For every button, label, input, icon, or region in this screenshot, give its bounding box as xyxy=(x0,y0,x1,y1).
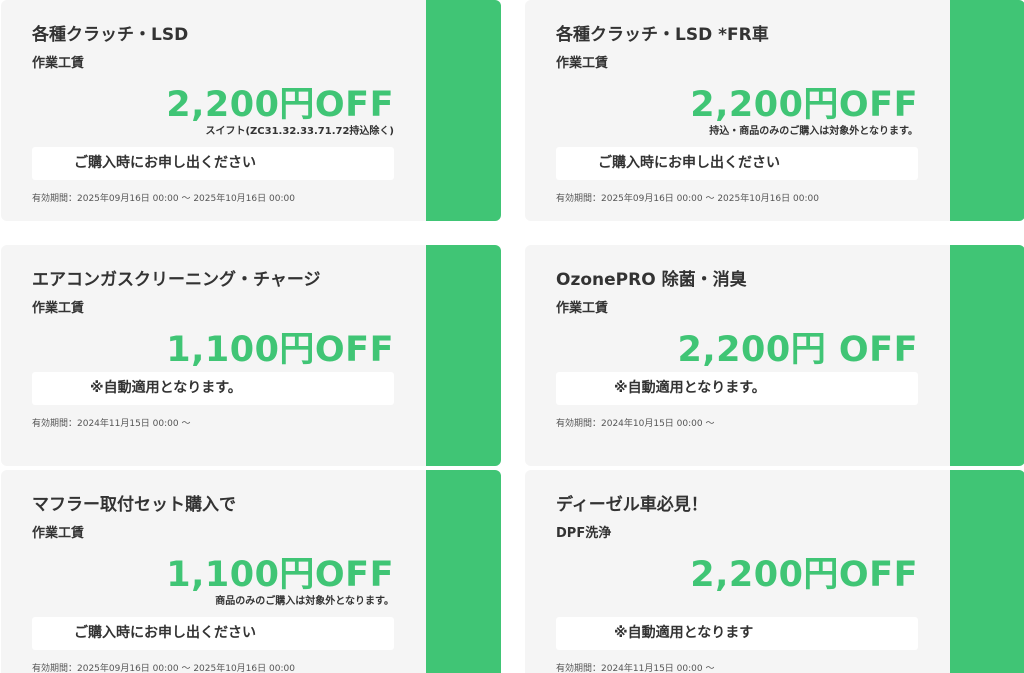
coupon-stripe xyxy=(950,0,1024,221)
coupon-subtitle: 作業工賃 xyxy=(32,526,85,541)
coupon-card[interactable]: 各種クラッチ・LSD 作業工賃 2,200円OFF スイフト(ZC31.32.3… xyxy=(1,0,501,221)
coupon-subtitle: 作業工賃 xyxy=(32,301,85,316)
coupon-card[interactable]: エアコンガスクリーニング・チャージ 作業工賃 1,100円OFF ※自動適用とな… xyxy=(1,245,501,466)
coupon-action-label[interactable]: ご購入時にお申し出ください xyxy=(556,147,918,180)
coupon-title: ディーゼル車必見！ xyxy=(556,495,708,515)
coupon-discount: 2,200円OFF xyxy=(690,555,918,595)
coupon-note: 持込・商品のみのご購入は対象外となります。 xyxy=(709,126,918,137)
coupon-title: マフラー取付セット購入で xyxy=(32,495,236,515)
coupon-stripe xyxy=(950,470,1024,673)
coupon-action-label[interactable]: ご購入時にお申し出ください xyxy=(32,147,394,180)
coupon-note: スイフト(ZC31.32.33.71.72持込除く) xyxy=(205,126,394,137)
coupon-card[interactable]: 各種クラッチ・LSD *FR車 作業工賃 2,200円OFF 持込・商品のみのご… xyxy=(525,0,1024,221)
coupon-discount: 2,200円 OFF xyxy=(677,330,918,370)
coupon-validity: 有効期間：2025年09月16日 00:00 〜 2025年10月16日 00:… xyxy=(32,194,295,204)
coupon-subtitle: DPF洗浄 xyxy=(556,526,612,541)
coupon-card[interactable]: OzonePRO 除菌・消臭 作業工賃 2,200円 OFF ※自動適用となりま… xyxy=(525,245,1024,466)
coupon-validity: 有効期間：2024年11月15日 00:00 〜 xyxy=(32,419,191,429)
coupon-validity: 有効期間：2024年11月15日 00:00 〜 xyxy=(556,664,715,673)
coupon-stripe xyxy=(426,245,501,466)
coupon-title: OzonePRO 除菌・消臭 xyxy=(556,270,747,290)
coupon-action-label[interactable]: ご購入時にお申し出ください xyxy=(32,617,394,650)
coupon-card[interactable]: マフラー取付セット購入で 作業工賃 1,100円OFF 商品のみのご購入は対象外… xyxy=(1,470,501,673)
coupon-action-label[interactable]: ※自動適用となります xyxy=(556,617,918,650)
coupon-title: 各種クラッチ・LSD xyxy=(32,25,189,45)
coupon-stripe xyxy=(426,0,501,221)
coupon-stripe xyxy=(426,470,501,673)
coupon-title: 各種クラッチ・LSD *FR車 xyxy=(556,25,769,45)
coupon-discount: 1,100円OFF xyxy=(166,330,394,370)
coupon-action-label[interactable]: ※自動適用となります。 xyxy=(32,372,394,405)
coupon-title: エアコンガスクリーニング・チャージ xyxy=(32,270,321,290)
coupon-subtitle: 作業工賃 xyxy=(32,56,85,71)
coupon-action-label[interactable]: ※自動適用となります。 xyxy=(556,372,918,405)
coupon-subtitle: 作業工賃 xyxy=(556,301,609,316)
coupon-card[interactable]: ディーゼル車必見！ DPF洗浄 2,200円OFF ※自動適用となります 有効期… xyxy=(525,470,1024,673)
coupon-discount: 1,100円OFF xyxy=(166,555,394,595)
coupon-grid: 各種クラッチ・LSD 作業工賃 2,200円OFF スイフト(ZC31.32.3… xyxy=(0,0,1024,673)
coupon-validity: 有効期間：2025年09月16日 00:00 〜 2025年10月16日 00:… xyxy=(556,194,819,204)
coupon-validity: 有効期間：2024年10月15日 00:00 〜 xyxy=(556,419,715,429)
coupon-discount: 2,200円OFF xyxy=(690,85,918,125)
coupon-subtitle: 作業工賃 xyxy=(556,56,609,71)
coupon-note: 商品のみのご購入は対象外となります。 xyxy=(215,596,394,607)
coupon-validity: 有効期間：2025年09月16日 00:00 〜 2025年10月16日 00:… xyxy=(32,664,295,673)
coupon-stripe xyxy=(950,245,1024,466)
coupon-discount: 2,200円OFF xyxy=(166,85,394,125)
